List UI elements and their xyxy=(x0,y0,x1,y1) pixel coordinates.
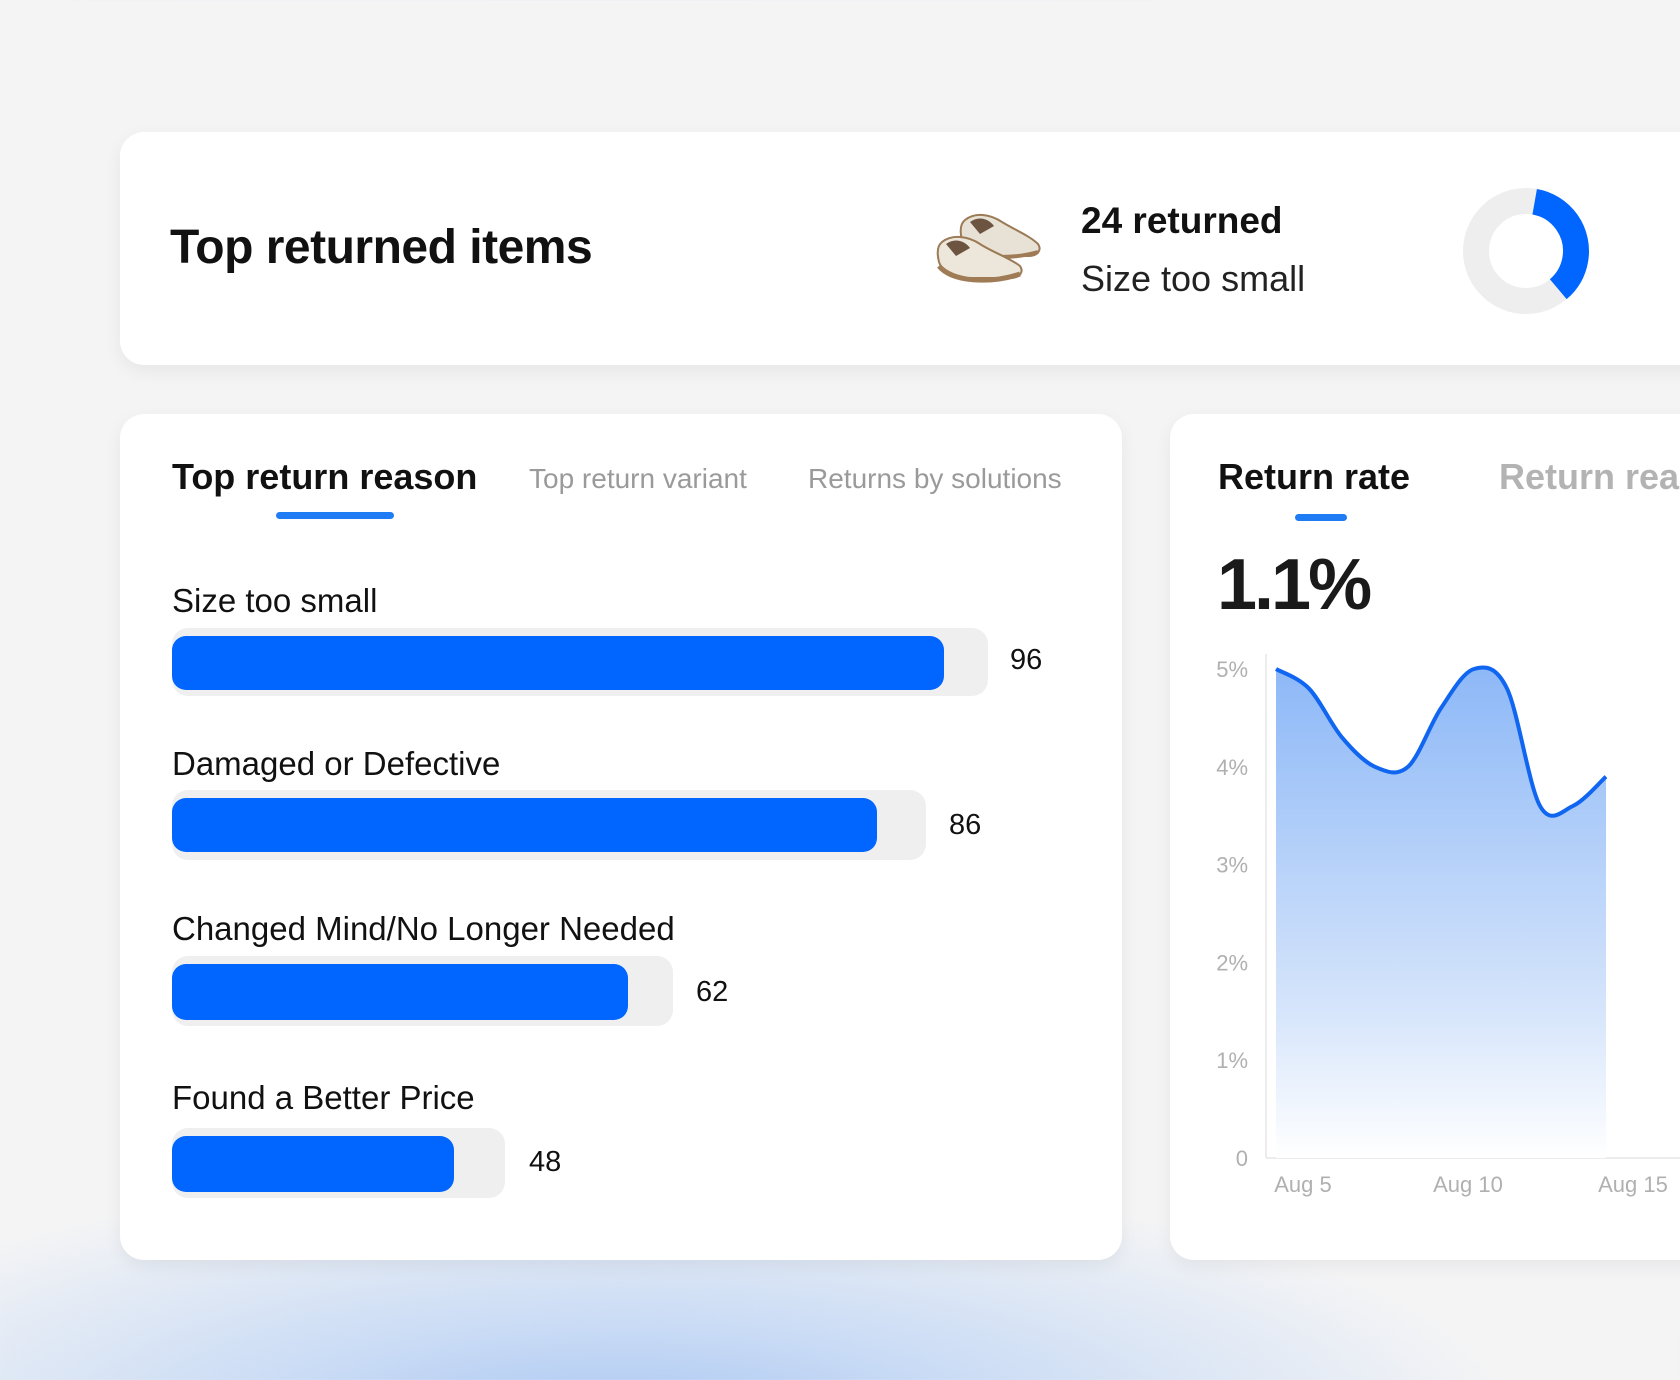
y-tick-label: 0 xyxy=(1236,1146,1248,1171)
reason-label: Found a Better Price xyxy=(172,1079,475,1116)
x-tick-label: Aug 15 xyxy=(1598,1172,1668,1197)
top-returned-card: Top returned items 24 returned Size too … xyxy=(120,132,1680,365)
reason-bar-track xyxy=(172,628,988,696)
reason-bar-track xyxy=(172,956,673,1026)
y-tick-label: 4% xyxy=(1216,755,1248,780)
reason-value: 62 xyxy=(696,976,729,1008)
reason-value: 86 xyxy=(949,809,982,841)
reason-value: 96 xyxy=(1010,644,1043,676)
y-tick-label: 5% xyxy=(1216,657,1248,682)
returned-count: 24 returned xyxy=(1081,200,1283,241)
reason-bar-track xyxy=(172,1128,505,1198)
returned-reason: Size too small xyxy=(1081,258,1306,299)
x-tick-label: Aug 10 xyxy=(1433,1172,1503,1197)
return-reasons-card: Top return reason Top return variant Ret… xyxy=(120,414,1122,1260)
return-rate-chart: 0 1% 2% 3% 4% 5% Aug 5 Aug 10 Aug 15 xyxy=(1216,654,1680,1197)
y-tick-label: 3% xyxy=(1216,853,1248,878)
reason-bar xyxy=(172,636,944,690)
reason-bar xyxy=(172,1136,454,1192)
tab-top-return-reason[interactable]: Top return reason xyxy=(172,456,477,498)
y-tick-label: 2% xyxy=(1216,950,1248,975)
reason-label: Changed Mind/No Longer Needed xyxy=(172,910,675,947)
return-rate-area xyxy=(1276,667,1606,1158)
reason-bar xyxy=(172,798,877,852)
reason-value: 48 xyxy=(529,1146,562,1178)
top-returned-title: Top returned items xyxy=(170,221,593,274)
return-rate-card: Return rate Return rea 1.1% 0 1% 2% 3% 4% 5% … xyxy=(1170,414,1680,1260)
return-share-donut xyxy=(1463,187,1589,314)
tab-returns-by-solutions[interactable]: Returns by solutions xyxy=(808,463,1062,495)
reason-label: Damaged or Defective xyxy=(172,745,501,782)
tab-active-underline xyxy=(276,512,394,519)
shoe-image xyxy=(936,214,1041,283)
reason-bar-track xyxy=(172,790,926,860)
reason-label: Size too small xyxy=(172,582,378,619)
tab-top-return-variant[interactable]: Top return variant xyxy=(529,463,747,495)
reason-bar xyxy=(172,964,628,1020)
x-tick-label: Aug 5 xyxy=(1274,1172,1332,1197)
y-tick-label: 1% xyxy=(1216,1048,1248,1073)
